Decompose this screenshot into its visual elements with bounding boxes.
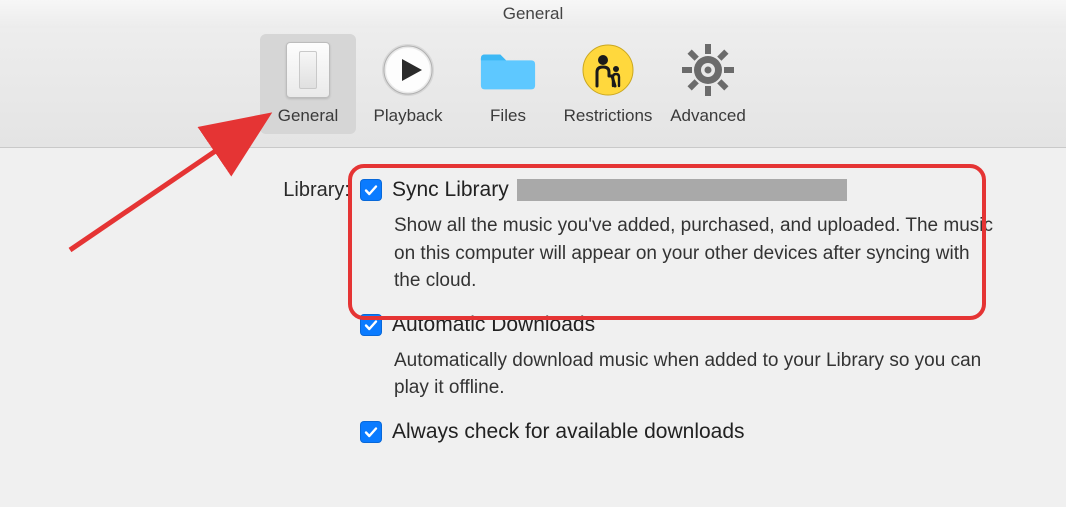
tab-advanced[interactable]: Advanced <box>660 34 756 134</box>
tab-playback[interactable]: Playback <box>360 34 456 134</box>
tab-general[interactable]: General <box>260 34 356 134</box>
tab-playback-label: Playback <box>362 106 454 126</box>
option-sync-library: Sync Library Show all the music you've a… <box>360 178 1026 295</box>
option-automatic-downloads-description: Automatically download music when added … <box>394 347 994 402</box>
window-title: General <box>0 0 1066 28</box>
option-sync-library-label: Sync Library <box>392 178 509 202</box>
switch-icon <box>278 40 338 100</box>
option-always-check-downloads-label: Always check for available downloads <box>392 420 745 444</box>
tab-files[interactable]: Files <box>460 34 556 134</box>
checkbox-always-check-downloads[interactable] <box>360 421 382 443</box>
gear-icon <box>678 40 738 100</box>
redacted-text <box>517 179 847 201</box>
folder-icon <box>478 40 538 100</box>
tab-general-label: General <box>262 106 354 126</box>
checkbox-automatic-downloads[interactable] <box>360 314 382 336</box>
option-always-check-downloads: Always check for available downloads <box>360 420 1026 444</box>
preferences-toolbar: General Playback Files <box>0 28 1066 148</box>
tab-advanced-label: Advanced <box>662 106 754 126</box>
checkbox-sync-library[interactable] <box>360 179 382 201</box>
tab-restrictions-label: Restrictions <box>562 106 654 126</box>
play-icon <box>378 40 438 100</box>
tab-files-label: Files <box>462 106 554 126</box>
tab-restrictions[interactable]: Restrictions <box>560 34 656 134</box>
content-area: Library: Sync Library Show all the music… <box>0 148 1066 444</box>
option-automatic-downloads-label: Automatic Downloads <box>392 313 595 337</box>
option-sync-library-description: Show all the music you've added, purchas… <box>394 212 994 295</box>
option-automatic-downloads: Automatic Downloads Automatically downlo… <box>360 313 1026 402</box>
section-label-library: Library: <box>40 178 360 202</box>
parental-icon <box>578 40 638 100</box>
